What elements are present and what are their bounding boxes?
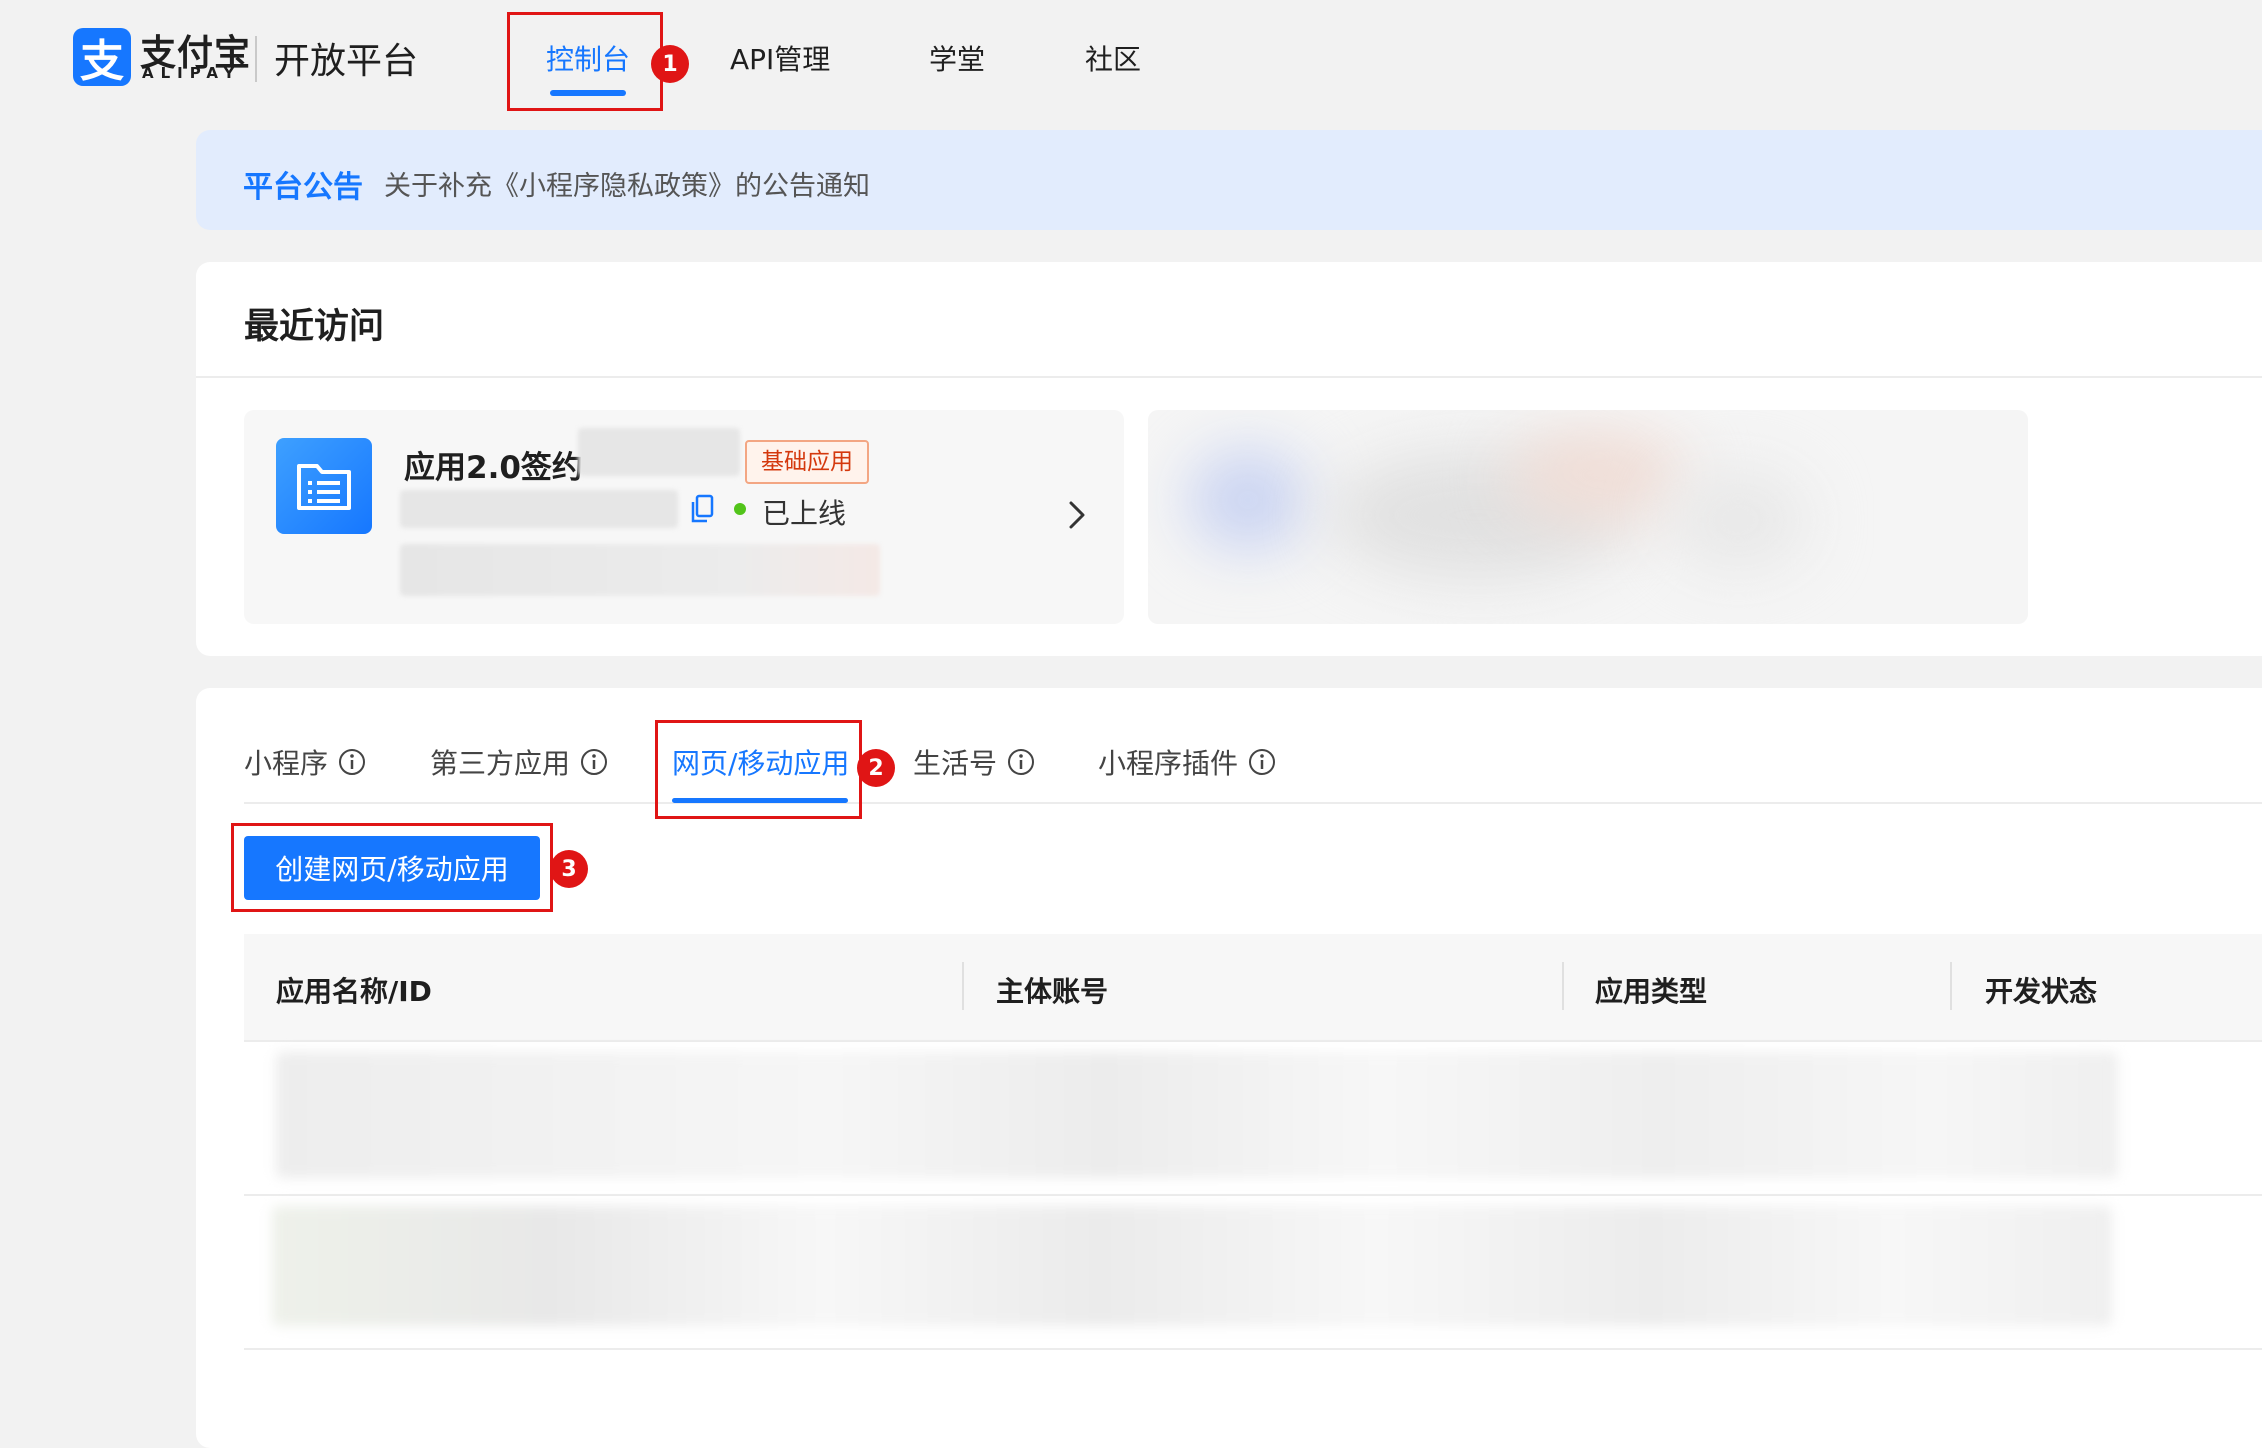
recent-app-tile-redacted[interactable] (1148, 410, 2028, 624)
app-document-icon (276, 438, 372, 534)
redacted-app-id (400, 490, 678, 528)
table-row[interactable] (276, 1052, 2118, 1178)
column-header-app-type: 应用类型 (1595, 975, 1708, 1008)
tab-label: 小程序 (244, 747, 329, 780)
info-icon[interactable] (338, 748, 366, 776)
column-separator (962, 962, 964, 1010)
nav-community[interactable]: 社区 (1085, 38, 1141, 78)
platform-title[interactable]: 开放平台 (274, 32, 418, 84)
column-header-account: 主体账号 (996, 975, 1109, 1008)
column-header-app-name: 应用名称/ID (276, 975, 432, 1008)
online-status-dot (734, 503, 746, 515)
create-web-mobile-app-button[interactable]: 创建网页/移动应用 (244, 836, 540, 900)
redacted-app-description (400, 544, 880, 596)
annotation-marker-2: 2 (857, 749, 895, 787)
column-separator (1562, 962, 1564, 1010)
recent-app-name: 应用2.0签约 (404, 450, 583, 486)
brand-name-en: ALIPAY (142, 64, 242, 82)
annotation-marker-3: 3 (550, 850, 588, 888)
redacted-app-name-suffix (578, 428, 740, 476)
info-icon[interactable] (580, 748, 608, 776)
logo-divider (255, 36, 257, 82)
row-divider (244, 1348, 2262, 1350)
column-header-dev-status: 开发状态 (1985, 975, 2098, 1008)
info-icon[interactable] (1248, 748, 1276, 776)
app-status-text: 已上线 (762, 497, 847, 530)
tab-third-party-app[interactable]: 第三方应用 (430, 742, 608, 782)
column-separator (1950, 962, 1952, 1010)
table-header (244, 934, 2262, 1042)
tab-label: 生活号 (913, 747, 998, 780)
recent-visits-title: 最近访问 (244, 307, 385, 347)
chevron-right-icon[interactable] (1063, 498, 1091, 532)
recent-divider (196, 376, 2262, 378)
tab-life-account[interactable]: 生活号 (913, 742, 1035, 782)
nav-active-indicator (550, 90, 626, 96)
annotation-marker-1: 1 (651, 45, 689, 83)
tab-active-indicator (672, 798, 848, 803)
app-type-tag: 基础应用 (745, 440, 869, 484)
nav-api-management[interactable]: API管理 (730, 38, 830, 78)
tab-label: 网页/移动应用 (672, 747, 850, 780)
tab-mini-program[interactable]: 小程序 (244, 742, 366, 782)
alipay-logo-icon[interactable]: 支 (73, 28, 131, 87)
nav-console[interactable]: 控制台 (546, 38, 630, 78)
tabs-divider (244, 802, 2262, 804)
tab-label: 小程序插件 (1098, 747, 1239, 780)
notice-title: 平台公告 (243, 170, 363, 205)
info-icon[interactable] (1007, 748, 1035, 776)
row-divider (244, 1194, 2262, 1196)
tab-mini-program-plugin[interactable]: 小程序插件 (1098, 742, 1276, 782)
tab-web-mobile-app[interactable]: 网页/移动应用 (672, 742, 849, 782)
table-row[interactable] (272, 1206, 2112, 1326)
tab-label: 第三方应用 (430, 747, 571, 780)
copy-icon[interactable] (690, 494, 714, 524)
nav-academy[interactable]: 学堂 (929, 38, 985, 78)
notice-link[interactable]: 关于补充《小程序隐私政策》的公告通知 (384, 164, 870, 203)
